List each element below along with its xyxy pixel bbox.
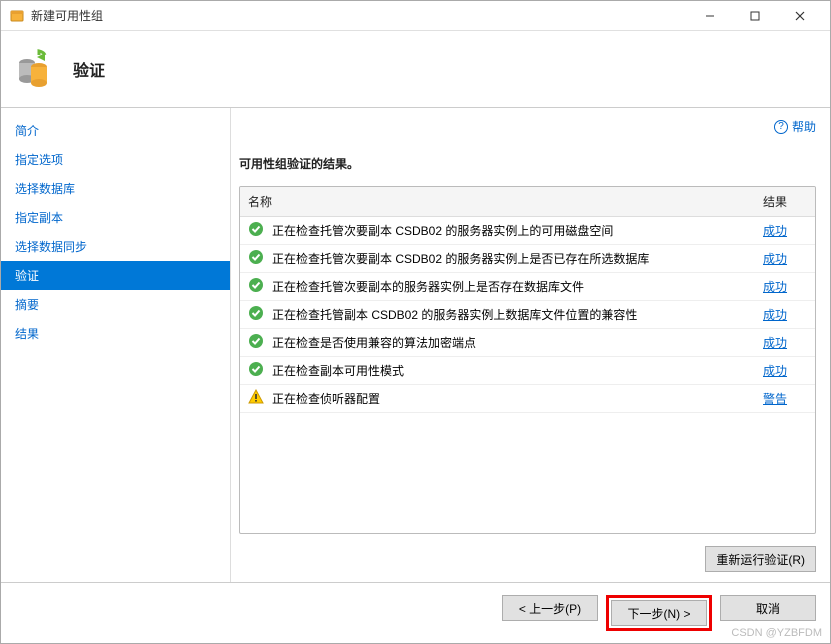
next-button[interactable]: 下一步(N) > <box>611 600 707 626</box>
help-link[interactable]: ? 帮助 <box>774 118 816 135</box>
rerun-validation-button[interactable]: 重新运行验证(R) <box>705 546 816 572</box>
status-icon-success <box>240 329 264 357</box>
help-row: ? 帮助 <box>239 118 816 155</box>
row-name: 正在检查侦听器配置 <box>264 385 755 413</box>
wizard-header-icon <box>15 49 55 89</box>
wizard-body: 简介指定选项选择数据库指定副本选择数据同步验证摘要结果 ? 帮助 可用性组验证的… <box>1 108 830 582</box>
row-name: 正在检查托管次要副本 CSDB02 的服务器实例上是否已存在所选数据库 <box>264 245 755 273</box>
result-link[interactable]: 成功 <box>763 224 787 238</box>
cancel-button[interactable]: 取消 <box>720 595 816 621</box>
table-row: 正在检查副本可用性模式成功 <box>240 357 815 385</box>
row-result: 成功 <box>755 357 815 385</box>
status-icon-success <box>240 245 264 273</box>
window-title: 新建可用性组 <box>31 7 687 24</box>
validation-subtitle: 可用性组验证的结果。 <box>239 155 816 172</box>
sidebar-item-3[interactable]: 指定副本 <box>1 203 230 232</box>
row-result: 警告 <box>755 385 815 413</box>
row-result: 成功 <box>755 301 815 329</box>
table-row: 正在检查侦听器配置警告 <box>240 385 815 413</box>
titlebar: 新建可用性组 <box>1 1 830 31</box>
row-name: 正在检查托管副本 CSDB02 的服务器实例上数据库文件位置的兼容性 <box>264 301 755 329</box>
app-icon <box>9 8 25 24</box>
watermark: CSDN @YZBFDM <box>731 627 822 639</box>
sidebar-item-4[interactable]: 选择数据同步 <box>1 232 230 261</box>
minimize-button[interactable] <box>687 2 732 30</box>
window-controls <box>687 2 822 30</box>
status-icon-success <box>240 273 264 301</box>
row-name: 正在检查托管次要副本 CSDB02 的服务器实例上的可用磁盘空间 <box>264 217 755 245</box>
next-button-highlight: 下一步(N) > <box>606 595 712 631</box>
status-icon-success <box>240 217 264 245</box>
result-link[interactable]: 成功 <box>763 336 787 350</box>
row-name: 正在检查是否使用兼容的算法加密端点 <box>264 329 755 357</box>
status-icon-success <box>240 357 264 385</box>
sidebar-item-6[interactable]: 摘要 <box>1 290 230 319</box>
previous-button[interactable]: < 上一步(P) <box>502 595 598 621</box>
validation-table-wrap: 名称 结果 正在检查托管次要副本 CSDB02 的服务器实例上的可用磁盘空间成功… <box>239 186 816 534</box>
status-icon-warning <box>240 385 264 413</box>
rerun-row: 重新运行验证(R) <box>239 534 816 572</box>
wizard-footer: < 上一步(P) 下一步(N) > 取消 <box>1 582 830 643</box>
maximize-button[interactable] <box>732 2 777 30</box>
result-link[interactable]: 成功 <box>763 252 787 266</box>
validation-table: 名称 结果 正在检查托管次要副本 CSDB02 的服务器实例上的可用磁盘空间成功… <box>240 187 815 413</box>
page-title: 验证 <box>73 57 105 81</box>
table-row: 正在检查托管副本 CSDB02 的服务器实例上数据库文件位置的兼容性成功 <box>240 301 815 329</box>
close-button[interactable] <box>777 2 822 30</box>
row-name: 正在检查副本可用性模式 <box>264 357 755 385</box>
wizard-window: 新建可用性组 验证 <box>0 0 831 644</box>
help-label: 帮助 <box>792 118 816 135</box>
col-header-result[interactable]: 结果 <box>755 187 815 217</box>
table-row: 正在检查托管次要副本 CSDB02 的服务器实例上的可用磁盘空间成功 <box>240 217 815 245</box>
result-link[interactable]: 警告 <box>763 392 787 406</box>
sidebar-item-5[interactable]: 验证 <box>1 261 230 290</box>
table-row: 正在检查是否使用兼容的算法加密端点成功 <box>240 329 815 357</box>
result-link[interactable]: 成功 <box>763 280 787 294</box>
result-link[interactable]: 成功 <box>763 308 787 322</box>
status-icon-success <box>240 301 264 329</box>
content-area: ? 帮助 可用性组验证的结果。 名称 结果 正在检查托管次要副本 CSDB02 … <box>231 108 830 582</box>
col-header-name[interactable]: 名称 <box>240 187 755 217</box>
row-result: 成功 <box>755 217 815 245</box>
row-result: 成功 <box>755 329 815 357</box>
row-name: 正在检查托管次要副本的服务器实例上是否存在数据库文件 <box>264 273 755 301</box>
wizard-header: 验证 <box>1 31 830 108</box>
row-result: 成功 <box>755 245 815 273</box>
help-icon: ? <box>774 120 788 134</box>
sidebar-item-7[interactable]: 结果 <box>1 319 230 348</box>
table-row: 正在检查托管次要副本 CSDB02 的服务器实例上是否已存在所选数据库成功 <box>240 245 815 273</box>
result-link[interactable]: 成功 <box>763 364 787 378</box>
sidebar-item-0[interactable]: 简介 <box>1 116 230 145</box>
row-result: 成功 <box>755 273 815 301</box>
table-row: 正在检查托管次要副本的服务器实例上是否存在数据库文件成功 <box>240 273 815 301</box>
sidebar-item-2[interactable]: 选择数据库 <box>1 174 230 203</box>
sidebar-nav: 简介指定选项选择数据库指定副本选择数据同步验证摘要结果 <box>1 108 231 582</box>
sidebar-item-1[interactable]: 指定选项 <box>1 145 230 174</box>
